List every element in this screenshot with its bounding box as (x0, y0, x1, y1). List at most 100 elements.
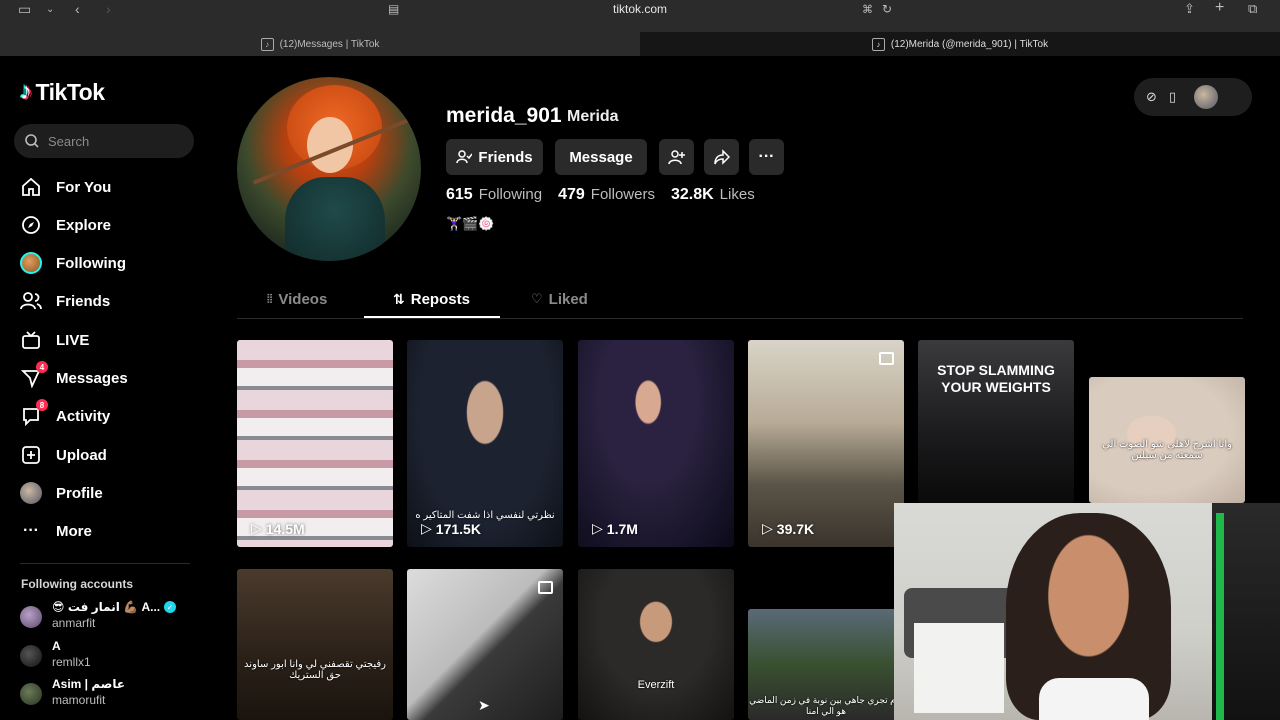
suggested-accounts-button[interactable] (659, 139, 694, 175)
user-avatar[interactable] (1194, 85, 1219, 109)
video-card[interactable]: ▷ 39.7K (748, 340, 904, 547)
followers-stat[interactable]: 479 Followers (558, 186, 655, 204)
tiktok-logo-icon: ♪ (20, 78, 32, 105)
tab-label: Reposts (410, 290, 470, 308)
video-card[interactable]: نظرتي لنفسي اذا شفت المتاكير ه ▷ 171.5K (407, 340, 563, 547)
search-box[interactable] (14, 124, 194, 158)
search-icon (25, 134, 39, 148)
upload-icon (20, 444, 42, 466)
tiktok-logo[interactable]: ♪ TikTok (20, 78, 105, 106)
translate-icon[interactable]: ⌘ (862, 3, 873, 16)
share-profile-button[interactable] (704, 139, 739, 175)
add-user-icon (667, 150, 685, 165)
more-options-button[interactable]: ··· (749, 139, 784, 175)
photo-icon (879, 352, 894, 365)
tab-messages[interactable]: ♪ (12)Messages | TikTok (0, 32, 640, 56)
avatar (20, 683, 42, 705)
tiktok-favicon-icon: ♪ (260, 37, 274, 51)
following-accounts-title: Following accounts (21, 577, 134, 591)
search-input[interactable] (48, 133, 178, 149)
message-button-label: Message (569, 148, 633, 166)
sidebar-item-messages[interactable]: 4 Messages (20, 361, 200, 393)
video-caption: Everzift (637, 679, 675, 691)
sidebar-item-friends[interactable]: Friends (20, 286, 200, 316)
sidebar-item-following[interactable]: Following (20, 248, 200, 278)
profile-avatar-large[interactable] (237, 77, 421, 261)
tab-videos[interactable]: ⦙⦙ Videos (267, 289, 327, 309)
tab-overview-icon[interactable]: ⧉ (1248, 1, 1257, 17)
sidebar-item-live[interactable]: LIVE (20, 325, 200, 355)
video-card[interactable]: رفيجتي تقصفني لي وانا ابور ساوند حق الست… (237, 569, 393, 720)
profile-stats: 615 Following 479 Followers 32.8K Likes (446, 186, 755, 204)
messages-badge: 4 (36, 361, 48, 373)
account-username: anmarfit (52, 616, 96, 630)
share-arrow-icon (713, 149, 730, 165)
photo-icon (538, 581, 553, 594)
sidebar-item-for-you[interactable]: For You (20, 172, 200, 202)
video-caption: وانا اشرح لاهلي شو الصوت الي سمعته من سي… (1102, 439, 1232, 461)
tab-title: (12)Merida (@merida_901) | TikTok (890, 38, 1049, 50)
sidebar-item-label: Messages (56, 369, 128, 387)
share-icon[interactable]: ⇪ (1184, 1, 1195, 17)
mouse-cursor: ➤ (478, 697, 490, 713)
sidebar-item-profile[interactable]: Profile (20, 478, 200, 508)
video-card[interactable]: وانا اشرح لاهلي شو الصوت الي سمعته من سي… (1089, 377, 1245, 503)
repost-icon: ⇅ (393, 290, 405, 307)
sidebar-item-label: Explore (56, 216, 112, 234)
messages-icon: 4 (20, 361, 48, 389)
following-account-item[interactable]: A remllx1 (20, 639, 91, 669)
logo-text: TikTok (35, 78, 106, 105)
view-count: ▷ 171.5K (421, 520, 481, 537)
tab-title: (12)Messages | TikTok (279, 38, 380, 50)
new-tab-icon[interactable]: + (1215, 0, 1224, 17)
play-icon: ▷ (251, 520, 262, 536)
view-count: ▷ 1.7M (592, 520, 638, 537)
following-account-item[interactable]: 😎 انمار فت 💪🏽 A... ✓ anmarfit (20, 600, 177, 630)
account-name: A (52, 639, 61, 653)
tab-liked[interactable]: ♡ Liked (531, 289, 588, 309)
tab-bar: ♪ (12)Messages | TikTok ♪ (12)Merida (@m… (0, 32, 1280, 56)
account-username: remllx1 (52, 655, 91, 669)
profile-nickname: Merida (567, 108, 619, 125)
video-card[interactable]: STOP SLAMMING YOUR WEIGHTS (918, 340, 1074, 503)
video-overlay-title: STOP SLAMMING YOUR WEIGHTS (937, 362, 1055, 395)
friends-button[interactable]: Friends (446, 139, 543, 175)
sidebar-item-label: More (56, 522, 92, 540)
sidebar-item-explore[interactable]: Explore (20, 210, 200, 240)
compass-icon (20, 214, 42, 236)
account-username: mamorufit (52, 693, 106, 707)
play-icon: ▷ (592, 520, 603, 536)
phone-icon[interactable]: ▯ (1169, 89, 1176, 105)
avatar (20, 606, 42, 628)
header-actions: ⊘ ▯ (1134, 78, 1252, 116)
profile-username: merida_901 (446, 104, 562, 127)
sidebar-item-more[interactable]: ··· More (20, 516, 200, 546)
grid-icon: ⦙⦙ (267, 291, 273, 306)
profile-avatar (20, 482, 42, 504)
ellipsis-icon: ··· (758, 148, 775, 165)
video-card[interactable]: Everzift (578, 569, 734, 720)
sidebar-item-activity[interactable]: 8 Activity (20, 399, 200, 431)
tiktok-coin-icon[interactable]: ⊘ (1146, 89, 1157, 105)
address-bar[interactable]: tiktok.com (0, 2, 1280, 16)
reload-icon[interactable]: ↻ (882, 2, 892, 16)
friends-check-icon (456, 150, 473, 164)
account-name: Asim | عاصم (52, 677, 126, 691)
play-icon: ▷ (421, 520, 432, 536)
heart-icon: ♡ (531, 291, 543, 306)
video-card[interactable]: ▷ 1.7M (578, 340, 734, 547)
profile-bio: 🏋🏻‍♀️🎬🍥 (446, 216, 495, 231)
sidebar-item-label: Profile (56, 484, 103, 502)
friends-button-label: Friends (478, 148, 533, 166)
tab-reposts[interactable]: ⇅ Reposts (393, 289, 470, 309)
sidebar-item-label: For You (56, 178, 112, 196)
video-card[interactable]: يوم تجري جاهي بين نوبة في زمن الماضي هو … (748, 609, 904, 720)
tiktok-favicon-icon: ♪ (871, 37, 885, 51)
following-stat[interactable]: 615 Following (446, 186, 542, 204)
message-button[interactable]: Message (555, 139, 647, 175)
sidebar-item-upload[interactable]: Upload (20, 440, 200, 470)
following-account-item[interactable]: Asim | عاصم mamorufit (20, 677, 125, 707)
tab-profile[interactable]: ♪ (12)Merida (@merida_901) | TikTok (640, 32, 1280, 56)
play-icon: ▷ (762, 520, 773, 536)
video-card[interactable]: ▷ 14.5M (237, 340, 393, 547)
